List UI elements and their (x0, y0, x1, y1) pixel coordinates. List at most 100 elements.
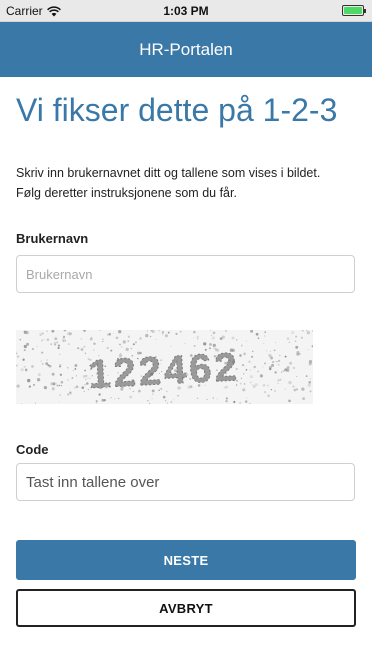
captcha-noise-dot (37, 373, 41, 377)
captcha-noise-dot (108, 332, 111, 336)
captcha-noise-dot (249, 369, 252, 371)
captcha-noise-dot (215, 355, 218, 358)
captcha-noise-dot (93, 342, 96, 346)
captcha-noise-dot (262, 383, 266, 387)
captcha-noise-dot (239, 354, 242, 357)
cancel-button[interactable]: AVBRYT (16, 589, 356, 627)
captcha-noise-dot (248, 360, 251, 364)
captcha-noise-dot (130, 347, 133, 350)
captcha-noise-dot (25, 370, 27, 372)
captcha-noise-dot (263, 342, 265, 345)
captcha-noise-dot (99, 330, 102, 332)
captcha-noise-dot (255, 332, 259, 336)
code-input[interactable] (16, 463, 355, 501)
battery-fill (344, 7, 362, 14)
captcha-noise-dot (270, 356, 274, 360)
captcha-noise-dot (245, 369, 248, 371)
captcha-noise-dot (125, 347, 129, 352)
captcha-noise-dot (231, 336, 235, 340)
captcha-noise-dot (264, 335, 266, 337)
captcha-noise-dot (274, 371, 277, 374)
captcha-noise-dot (51, 372, 55, 376)
captcha-noise-dot (307, 383, 311, 387)
captcha-noise-dot (72, 369, 74, 372)
captcha-noise-dot (71, 377, 74, 379)
captcha-noise-dot (305, 375, 308, 377)
captcha-noise-dot (147, 399, 149, 402)
captcha-noise-dot (66, 367, 69, 369)
captcha-noise-dot (81, 386, 85, 390)
captcha-noise-dot (25, 330, 29, 335)
captcha-noise-dot (16, 364, 18, 367)
captcha-noise-dot (59, 373, 63, 376)
captcha-noise-dot (263, 362, 267, 365)
captcha-noise-dot (216, 398, 218, 400)
captcha-noise-dot (119, 343, 121, 346)
captcha-noise-dot (127, 335, 131, 338)
captcha-noise-dot (272, 361, 275, 363)
captcha-noise-dot (308, 359, 313, 364)
captcha-noise-dot (46, 330, 48, 332)
captcha-noise-dot (51, 330, 55, 333)
captcha-noise-dot (162, 395, 166, 399)
captcha-noise-dot (106, 346, 109, 350)
captcha-noise-dot (152, 393, 154, 395)
captcha-noise-dot (249, 381, 252, 384)
captcha-noise-dot (75, 375, 78, 377)
captcha-noise-dot (266, 350, 268, 352)
captcha-noise-dot (295, 335, 298, 338)
captcha-noise-dot (59, 394, 61, 396)
captcha-noise-dot (249, 402, 251, 404)
username-input[interactable] (16, 255, 355, 293)
captcha-noise-dot (96, 362, 99, 365)
captcha-noise-dot (292, 366, 296, 370)
captcha-noise-dot (151, 389, 155, 393)
intro-line-1: Skriv inn brukernavnet ditt og tallene s… (16, 166, 321, 180)
captcha-noise-dot (16, 355, 20, 358)
captcha-noise-dot (102, 338, 104, 340)
captcha-noise-dot (221, 335, 225, 339)
captcha-noise-dot (193, 337, 195, 339)
captcha-noise-dot (273, 349, 276, 352)
captcha-noise-dot (23, 365, 26, 368)
captcha-noise-dot (19, 338, 22, 341)
captcha-noise-dot (170, 345, 172, 348)
captcha-noise-dot (196, 335, 199, 338)
captcha-noise-dot (168, 367, 172, 371)
captcha-noise-dot (253, 365, 256, 369)
captcha-noise-dot (254, 383, 258, 387)
captcha-noise-dot (122, 340, 126, 344)
captcha-noise-dot (45, 362, 49, 366)
captcha-noise-dot (29, 385, 31, 388)
captcha-noise-dot (87, 377, 89, 380)
captcha-noise-dot (95, 400, 98, 403)
captcha-noise-dot (84, 383, 86, 386)
captcha-noise-dot (92, 349, 95, 351)
captcha-noise-dot (209, 342, 212, 346)
status-bar: Carrier 1:03 PM (0, 0, 372, 22)
captcha-noise-dot (59, 353, 61, 356)
captcha-noise-dot (309, 378, 311, 380)
captcha-noise-dot (68, 391, 72, 395)
captcha-noise-dot (87, 358, 90, 361)
captcha-noise-dot (225, 397, 228, 400)
captcha-noise-dot (57, 344, 60, 347)
captcha-noise-dot (288, 341, 291, 344)
captcha-noise-dot (257, 337, 260, 340)
captcha-noise-dot (232, 360, 236, 364)
captcha-noise-dot (68, 343, 70, 345)
captcha-noise-dot (23, 344, 27, 349)
captcha-noise-dot (276, 361, 278, 363)
captcha-noise-dot (50, 343, 53, 345)
captcha-noise-dot (264, 391, 267, 394)
captcha-noise-dot (74, 368, 77, 370)
captcha-noise-dot (238, 401, 242, 404)
username-label: Brukernavn (16, 231, 89, 246)
captcha-image: 122462 (16, 330, 313, 404)
captcha-noise-dot (206, 398, 208, 401)
captcha-noise-dot (301, 330, 304, 332)
captcha-noise-dot (21, 403, 23, 404)
next-button[interactable]: NESTE (16, 540, 356, 580)
captcha-noise-dot (62, 340, 65, 342)
captcha-noise-dot (167, 331, 170, 334)
